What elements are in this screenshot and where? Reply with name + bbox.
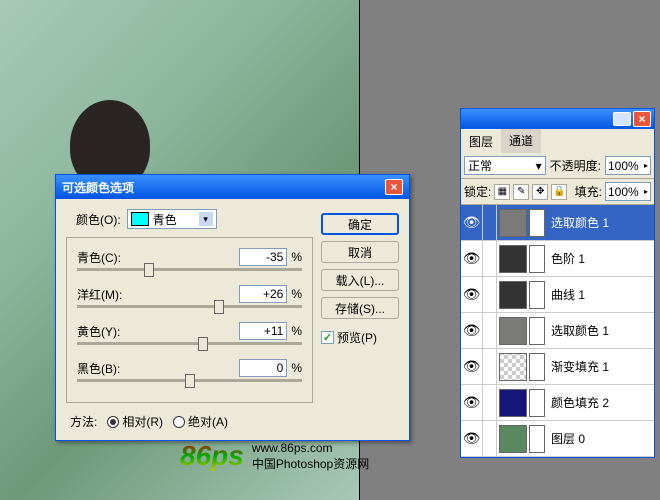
layer-name[interactable]: 渐变填充 1 bbox=[547, 358, 654, 375]
layer-name[interactable]: 颜色填充 2 bbox=[547, 394, 654, 411]
layer-name[interactable]: 色阶 1 bbox=[547, 250, 654, 267]
mask-thumb[interactable] bbox=[529, 245, 545, 273]
lock-transparency-icon[interactable]: ▦ bbox=[494, 184, 510, 200]
link-cell[interactable] bbox=[483, 349, 497, 385]
link-cell[interactable] bbox=[483, 277, 497, 313]
method-relative-radio[interactable]: 相对(R) bbox=[107, 413, 163, 430]
mask-thumb[interactable] bbox=[529, 281, 545, 309]
black-input[interactable] bbox=[239, 359, 287, 377]
method-absolute-radio[interactable]: 绝对(A) bbox=[173, 413, 228, 430]
magenta-input[interactable] bbox=[239, 285, 287, 303]
lock-label: 锁定: bbox=[464, 183, 491, 200]
cancel-button[interactable]: 取消 bbox=[321, 241, 399, 263]
mask-thumb[interactable] bbox=[529, 425, 545, 453]
layer-thumb[interactable] bbox=[499, 425, 527, 453]
link-cell[interactable] bbox=[483, 421, 497, 457]
layer-row[interactable]: 👁 色阶 1 bbox=[461, 241, 654, 277]
link-cell[interactable] bbox=[483, 385, 497, 421]
visibility-icon[interactable]: 👁 bbox=[461, 241, 483, 277]
visibility-icon[interactable]: 👁 bbox=[461, 385, 483, 421]
sliders-group: 青色(C):% 洋红(M):% 黄色(Y):% 黑色(B):% bbox=[66, 237, 313, 403]
preview-label: 预览(P) bbox=[337, 329, 377, 346]
cyan-input[interactable] bbox=[239, 248, 287, 266]
layer-thumb[interactable] bbox=[499, 389, 527, 417]
magenta-slider[interactable] bbox=[77, 305, 302, 308]
layer-name[interactable]: 选取颜色 1 bbox=[547, 322, 654, 339]
slider-label: 洋红(M): bbox=[77, 286, 122, 303]
slider-label: 黄色(Y): bbox=[77, 323, 120, 340]
layer-row[interactable]: 👁 颜色填充 2 bbox=[461, 385, 654, 421]
layer-thumb[interactable] bbox=[499, 209, 527, 237]
layer-row[interactable]: 👁 选取颜色 1 bbox=[461, 205, 654, 241]
layer-thumb[interactable] bbox=[499, 245, 527, 273]
yellow-input[interactable] bbox=[239, 322, 287, 340]
dialog-title: 可选颜色选项 bbox=[62, 179, 134, 196]
slider-label: 青色(C): bbox=[77, 249, 121, 266]
visibility-icon[interactable]: 👁 bbox=[461, 205, 483, 241]
layer-row[interactable]: 👁 渐变填充 1 bbox=[461, 349, 654, 385]
visibility-icon[interactable]: 👁 bbox=[461, 421, 483, 457]
layer-name[interactable]: 曲线 1 bbox=[547, 286, 654, 303]
layer-thumb[interactable] bbox=[499, 281, 527, 309]
tab-layers[interactable]: 图层 bbox=[461, 129, 501, 153]
layer-thumb[interactable] bbox=[499, 353, 527, 381]
slider-thumb[interactable] bbox=[198, 337, 208, 351]
lock-move-icon[interactable]: ✥ bbox=[532, 184, 548, 200]
fill-input[interactable]: 100%▸ bbox=[605, 182, 651, 201]
preview-checkbox[interactable]: ✓ bbox=[321, 331, 334, 344]
visibility-icon[interactable]: 👁 bbox=[461, 349, 483, 385]
minimize-icon[interactable] bbox=[613, 112, 631, 126]
load-button[interactable]: 载入(L)... bbox=[321, 269, 399, 291]
close-icon[interactable]: × bbox=[633, 111, 651, 127]
layer-name[interactable]: 选取颜色 1 bbox=[547, 214, 654, 231]
layer-row[interactable]: 👁 选取颜色 1 bbox=[461, 313, 654, 349]
watermark: 86ps www.86ps.com 中国Photoshop资源网 bbox=[180, 440, 369, 472]
yellow-slider[interactable] bbox=[77, 342, 302, 345]
layer-list: 👁 选取颜色 1 👁 色阶 1 👁 曲线 1 👁 选取颜色 1 👁 渐变填充 1 👁 颜色填充 2 👁 图… bbox=[461, 205, 654, 457]
layer-row[interactable]: 👁 曲线 1 bbox=[461, 277, 654, 313]
layer-row[interactable]: 👁 图层 0 bbox=[461, 421, 654, 457]
dialog-titlebar[interactable]: 可选颜色选项 × bbox=[56, 175, 409, 199]
mask-thumb[interactable] bbox=[529, 353, 545, 381]
slider-label: 黑色(B): bbox=[77, 360, 120, 377]
layer-name[interactable]: 图层 0 bbox=[547, 430, 654, 447]
chevron-down-icon: ▾ bbox=[536, 159, 542, 173]
slider-thumb[interactable] bbox=[214, 300, 224, 314]
link-cell[interactable] bbox=[483, 241, 497, 277]
logo: 86ps bbox=[180, 440, 244, 472]
color-label: 颜色(O): bbox=[76, 211, 121, 228]
color-swatch-icon bbox=[131, 212, 149, 226]
slider-thumb[interactable] bbox=[144, 263, 154, 277]
layer-thumb[interactable] bbox=[499, 317, 527, 345]
blend-mode-dropdown[interactable]: 正常▾ bbox=[464, 156, 546, 175]
layers-panel: × 图层 通道 正常▾ 不透明度: 100%▸ 锁定: ▦ ✎ ✥ 🔒 填充: … bbox=[460, 108, 655, 458]
mask-thumb[interactable] bbox=[529, 209, 545, 237]
selective-color-dialog: 可选颜色选项 × 颜色(O): 青色 ▾ 青色(C):% 洋红(M):% bbox=[55, 174, 410, 441]
tab-channels[interactable]: 通道 bbox=[501, 129, 541, 153]
mask-thumb[interactable] bbox=[529, 389, 545, 417]
visibility-icon[interactable]: 👁 bbox=[461, 313, 483, 349]
color-dropdown[interactable]: 青色 ▾ bbox=[127, 209, 217, 229]
link-cell[interactable] bbox=[483, 313, 497, 349]
mask-thumb[interactable] bbox=[529, 317, 545, 345]
close-icon[interactable]: × bbox=[385, 179, 403, 195]
save-button[interactable]: 存储(S)... bbox=[321, 297, 399, 319]
lock-paint-icon[interactable]: ✎ bbox=[513, 184, 529, 200]
chevron-down-icon: ▾ bbox=[199, 212, 213, 226]
ok-button[interactable]: 确定 bbox=[321, 213, 399, 235]
opacity-label: 不透明度: bbox=[550, 157, 601, 174]
method-label: 方法: bbox=[70, 413, 97, 430]
fill-label: 填充: bbox=[575, 183, 602, 200]
opacity-input[interactable]: 100%▸ bbox=[605, 156, 651, 175]
panel-titlebar[interactable]: × bbox=[461, 109, 654, 129]
lock-all-icon[interactable]: 🔒 bbox=[551, 184, 567, 200]
slider-thumb[interactable] bbox=[185, 374, 195, 388]
visibility-icon[interactable]: 👁 bbox=[461, 277, 483, 313]
black-slider[interactable] bbox=[77, 379, 302, 382]
link-cell[interactable] bbox=[483, 205, 497, 241]
cyan-slider[interactable] bbox=[77, 268, 302, 271]
